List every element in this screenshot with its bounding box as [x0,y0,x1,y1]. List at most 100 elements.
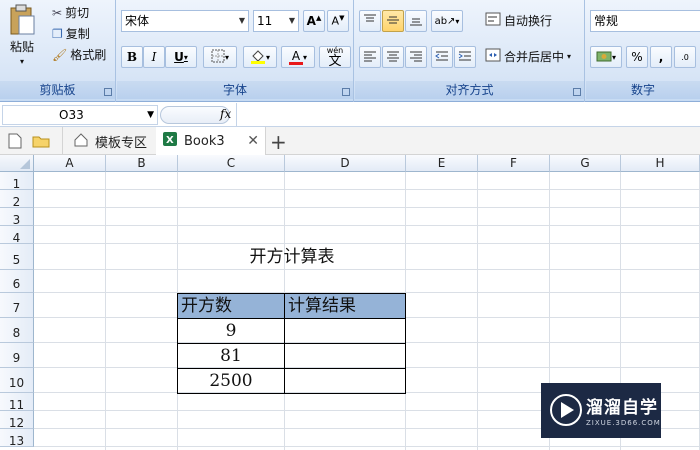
close-icon[interactable]: ✕ [247,133,259,149]
new-file-icon[interactable] [8,133,22,152]
increase-decimal-icon: .0 [681,52,689,62]
ribbon: 粘贴 ▾ ✂ 剪切 ❐ 复制 🖌 格式刷 剪贴板 宋体 ▼ 11 ▼ A▲ A▼… [0,0,700,102]
row-header-11[interactable]: 11 [0,393,34,412]
font-name-combo[interactable]: 宋体 ▼ [121,10,249,32]
row-header-3[interactable]: 3 [0,208,34,227]
excel-icon: X [162,131,178,151]
bold-button[interactable]: B [121,46,143,68]
table-cell[interactable]: 2500 [177,368,285,394]
row-header-12[interactable]: 12 [0,411,34,430]
font-name-value: 宋体 [125,14,150,28]
tab-book3[interactable]: X Book3 ✕ [156,127,266,155]
column-header-c[interactable]: C [178,155,285,172]
table-cell[interactable]: 81 [177,343,285,369]
chevron-down-icon[interactable]: ▼ [147,106,154,124]
clipboard-launcher-icon[interactable] [104,88,112,96]
row-header-2[interactable]: 2 [0,190,34,209]
italic-label: I [151,50,157,64]
increase-decimal-button[interactable]: .0 [674,46,696,68]
underline-button[interactable]: U ▾ [165,46,197,68]
comma-style-button[interactable]: , [650,46,672,68]
wrap-text-button[interactable]: 自动换行 [485,12,552,29]
format-painter-button[interactable]: 🖌 格式刷 [52,46,106,63]
formula-input[interactable] [236,103,700,126]
tab-template-zone[interactable]: 模板专区 [62,127,159,155]
number-format-combo[interactable]: 常规 [590,10,700,32]
row-header-8[interactable]: 8 [0,318,34,343]
table-cell[interactable] [284,318,406,344]
name-box-value: O33 [59,108,84,122]
cut-button[interactable]: ✂ 剪切 [52,4,89,21]
merge-center-button[interactable]: 合并后居中 ▾ [485,48,571,65]
font-group: 宋体 ▼ 11 ▼ A▲ A▼ B I U ▾ ▾ ▾ A ▾ wén 文 字体 [117,0,354,102]
phonetic-button[interactable]: wén 文 [319,46,351,68]
add-tab-icon[interactable]: + [270,130,287,154]
percent-button[interactable]: % [626,46,648,68]
table-cell[interactable] [284,368,406,394]
row-header-1[interactable]: 1 [0,172,34,191]
shrink-font-button[interactable]: A▼ [327,10,349,32]
paste-button[interactable]: 粘贴 ▾ [8,4,36,66]
row-header-6[interactable]: 6 [0,270,34,293]
clipboard-icon [8,4,36,36]
column-header-h[interactable]: H [621,155,700,172]
align-top-button[interactable] [359,10,381,32]
row-gridline [34,189,700,190]
percent-label: % [631,50,643,64]
row-header-10[interactable]: 10 [0,368,34,393]
sheet-title[interactable]: 开方计算表 [178,245,406,269]
font-launcher-icon[interactable] [342,88,350,96]
row-header-13[interactable]: 13 [0,429,34,448]
increase-indent-button[interactable] [454,46,476,68]
fx-icon[interactable]: fx [220,107,231,121]
align-top-icon [363,14,377,29]
orientation-button[interactable]: ab↗ ▾ [431,10,463,32]
align-bottom-button[interactable] [405,10,427,32]
increase-indent-icon [458,50,472,65]
accounting-format-button[interactable]: ▾ [590,46,622,68]
column-header-a[interactable]: A [34,155,106,172]
font-group-label: 字体 [117,81,353,99]
italic-button[interactable]: I [143,46,165,68]
fill-color-button[interactable]: ▾ [243,46,277,68]
row-header-9[interactable]: 9 [0,343,34,368]
row-header-5[interactable]: 5 [0,244,34,270]
comma-label: , [658,50,664,64]
table-header-cell[interactable]: 计算结果 [284,293,406,319]
table-cell[interactable] [284,343,406,369]
font-size-combo[interactable]: 11 ▼ [253,10,299,32]
table-header-cell[interactable]: 开方数 [177,293,285,319]
chevron-down-icon: ▾ [265,52,270,62]
align-left-icon [363,50,377,65]
folder-icon[interactable] [32,134,50,151]
align-center-button[interactable] [382,46,404,68]
align-right-button[interactable] [405,46,427,68]
align-middle-button[interactable] [382,10,404,32]
number-group-label: 数字 [586,81,700,99]
column-header-f[interactable]: F [478,155,550,172]
alignment-group-label: 对齐方式 [355,81,584,99]
font-color-button[interactable]: A ▾ [281,46,315,68]
copy-button[interactable]: ❐ 复制 [52,25,90,42]
number-format-value: 常规 [594,14,619,28]
column-header-e[interactable]: E [406,155,478,172]
tab-template-zone-label: 模板专区 [95,135,148,151]
alignment-launcher-icon[interactable] [573,88,581,96]
name-box[interactable]: O33 ▼ [2,105,158,125]
table-cell[interactable]: 9 [177,318,285,344]
svg-text:X: X [166,135,174,146]
row-header-7[interactable]: 7 [0,293,34,318]
column-header-d[interactable]: D [285,155,406,172]
grow-font-button[interactable]: A▲ [303,10,325,32]
column-header-b[interactable]: B [106,155,178,172]
borders-button[interactable]: ▾ [203,46,237,68]
align-left-button[interactable] [359,46,381,68]
merge-center-label: 合并后居中 [504,50,565,64]
select-all-corner[interactable] [0,155,34,172]
watermark-logo: 溜溜自学 ZIXUE.3D66.COM [541,383,661,438]
decrease-indent-button[interactable] [431,46,453,68]
decrease-indent-icon [435,50,449,65]
row-header-4[interactable]: 4 [0,226,34,245]
column-header-g[interactable]: G [550,155,621,172]
chevron-down-icon: ▼ [238,16,245,25]
